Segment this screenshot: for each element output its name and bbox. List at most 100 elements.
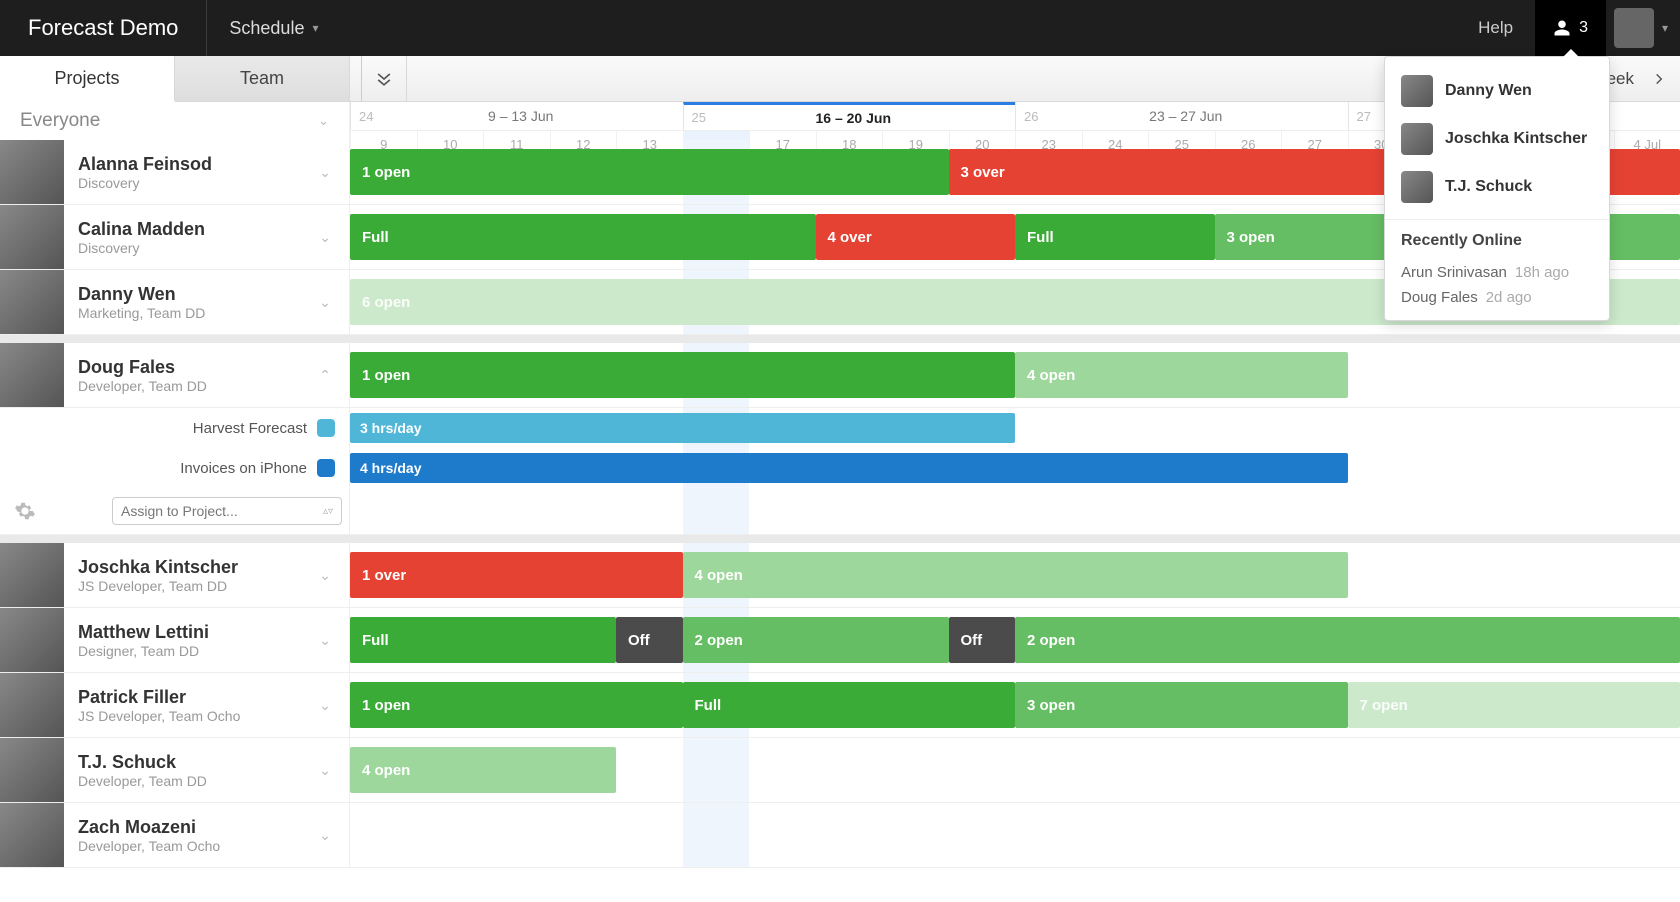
project-swatch [317,419,335,437]
person-name: Patrick Filler [78,687,313,708]
person-meta: Zach MoazeniDeveloper, Team Ocho⌄ [0,803,350,867]
expand-person-toggle[interactable]: ⌄ [313,288,337,317]
project-name: Invoices on iPhone [180,460,307,477]
allocation-bar[interactable]: Full [1015,214,1215,260]
allocation-bar[interactable]: 7 open [1348,682,1680,728]
user-name: T.J. Schuck [1445,178,1532,196]
person-meta: Patrick FillerJS Developer, Team Ocho⌄ [0,673,350,737]
allocation-bar[interactable]: 3 hrs/day [350,413,1015,443]
week-number: 26 [1024,109,1038,124]
week-header[interactable]: 2623 – 27 Jun [1015,102,1348,130]
person-row: T.J. SchuckDeveloper, Team DD⌄4 open [0,738,1680,803]
project-row[interactable]: Invoices on iPhone [0,448,349,488]
online-user-item[interactable]: T.J. Schuck [1385,163,1609,211]
expand-person-toggle[interactable]: ⌄ [313,561,337,590]
person-avatar [0,803,64,867]
person-avatar [0,343,64,407]
online-user-item[interactable]: Danny Wen [1385,67,1609,115]
allocation-bar[interactable]: 4 open [350,747,616,793]
allocation-bar[interactable]: 1 open [350,352,1015,398]
assign-select-placeholder: Assign to Project... [121,503,238,519]
nav-schedule[interactable]: Schedule ▾ [207,0,340,56]
person-row: Zach MoazeniDeveloper, Team Ocho⌄ [0,803,1680,868]
person-subtitle: Discovery [78,240,313,256]
person-meta: Matthew LettiniDesigner, Team DD⌄ [0,608,350,672]
allocation-bar[interactable]: Full [683,682,1016,728]
expand-person-toggle[interactable]: ⌄ [313,756,337,785]
expand-person-toggle[interactable]: ⌄ [313,626,337,655]
nav-schedule-label: Schedule [229,18,304,39]
week-number: 24 [359,109,373,124]
person-avatar [0,673,64,737]
person-subtitle: JS Developer, Team DD [78,578,313,594]
person-name: Doug Fales [78,357,313,378]
person-subtitle: Designer, Team DD [78,643,313,659]
allocation-bar[interactable]: 4 open [1015,352,1348,398]
project-row[interactable]: Harvest Forecast [0,408,349,448]
allocation-bar[interactable]: Full [350,214,816,260]
allocation-bar[interactable]: 4 open [683,552,1348,598]
gear-icon[interactable] [14,500,36,522]
online-user-item[interactable]: Joschka Kintscher [1385,115,1609,163]
allocation-bar[interactable]: 3 open [1015,682,1348,728]
week-header[interactable]: 249 – 13 Jun [350,102,683,130]
allocation-bar[interactable]: 1 open [350,149,949,195]
assign-to-project-select[interactable]: Assign to Project... ▵▿ [112,497,342,525]
today-highlight [683,803,750,867]
online-users-count: 3 [1579,19,1588,37]
allocation-bar[interactable]: 1 open [350,682,683,728]
person-timeline[interactable]: 1 openFull3 open7 open [350,673,1680,737]
person-timeline[interactable] [350,803,1680,867]
next-period-button[interactable] [1646,66,1672,92]
double-chevron-down-icon [374,69,394,89]
chevron-down-icon: ⌄ [318,113,329,129]
recent-user-item: Doug Fales2d ago [1385,285,1609,310]
allocation-bar[interactable]: 2 open [683,617,949,663]
person-timeline[interactable]: 4 open [350,738,1680,802]
expand-person-toggle[interactable]: ⌃ [313,361,337,390]
person-subtitle: Developer, Team Ocho [78,838,313,854]
select-caret-icon: ▵▿ [323,506,333,517]
chevron-right-icon [1652,72,1666,86]
allocation-bar[interactable]: 1 over [350,552,683,598]
online-users-button[interactable]: 3 [1535,0,1606,56]
allocation-bar[interactable]: Full [350,617,616,663]
tab-team[interactable]: Team [175,56,350,101]
user-avatar [1401,171,1433,203]
expand-collapse-all[interactable] [362,56,407,101]
person-avatar [0,205,64,269]
person-timeline[interactable]: 1 over4 open [350,543,1680,607]
profile-menu[interactable]: ▾ [1606,0,1680,56]
person-name: Alanna Feinsod [78,154,313,175]
person-row: Doug FalesDeveloper, Team DD⌃1 open4 ope… [0,335,1680,408]
profile-avatar [1614,8,1654,48]
expand-person-toggle[interactable]: ⌄ [313,821,337,850]
person-avatar [0,738,64,802]
expand-person-toggle[interactable]: ⌄ [313,158,337,187]
person-row: Matthew LettiniDesigner, Team DD⌄FullOff… [0,608,1680,673]
allocation-bar[interactable]: 4 hrs/day [350,453,1348,483]
assign-row: Assign to Project... ▵▿ [0,488,349,534]
allocation-bar[interactable]: 2 open [1015,617,1680,663]
app-title: Forecast Demo [0,0,207,56]
expand-person-toggle[interactable]: ⌄ [313,223,337,252]
expand-person-toggle[interactable]: ⌄ [313,691,337,720]
allocation-bar[interactable]: Off [616,617,683,663]
person-meta: Alanna FeinsodDiscovery⌄ [0,140,350,204]
allocation-bar[interactable]: 4 over [816,214,1016,260]
person-subtitle: Marketing, Team DD [78,305,313,321]
person-timeline[interactable]: FullOff2 openOff2 open [350,608,1680,672]
tab-projects[interactable]: Projects [0,56,175,102]
person-timeline[interactable]: 1 open4 open [350,343,1680,407]
help-link[interactable]: Help [1456,0,1535,56]
people-filter[interactable]: Everyone ⌄ [0,102,349,140]
topbar: Forecast Demo Schedule ▾ Help 3 ▾ [0,0,1680,56]
person-meta: Joschka KintscherJS Developer, Team DD⌄ [0,543,350,607]
week-header[interactable]: 2516 – 20 Jun [683,102,1016,130]
project-name: Harvest Forecast [193,420,307,437]
allocation-bar[interactable]: Off [949,617,1016,663]
person-meta: Danny WenMarketing, Team DD⌄ [0,270,350,334]
recent-user-time: 2d ago [1486,289,1532,306]
user-name: Joschka Kintscher [1445,130,1587,148]
person-expanded: Harvest Forecast Invoices on iPhone Assign… [0,408,1680,535]
